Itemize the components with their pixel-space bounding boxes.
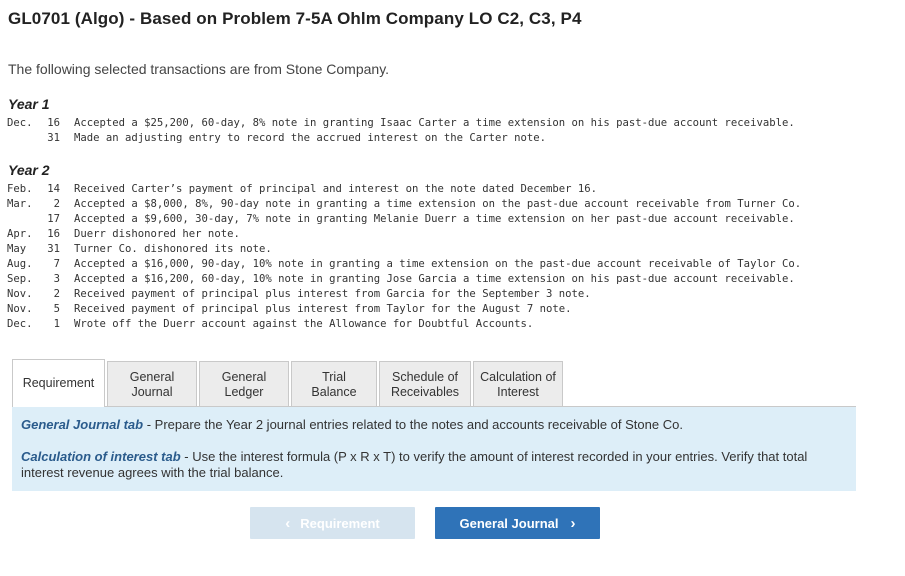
instructions-panel: General Journal tab - Prepare the Year 2…: [12, 407, 856, 491]
transaction-month: [7, 131, 43, 146]
instruction-label: General Journal tab: [21, 417, 144, 432]
chevron-left-icon: ‹: [285, 514, 291, 532]
transaction-day: 2: [53, 288, 60, 300]
tab-bar: Requirement General Journal General Ledger…: [12, 359, 565, 407]
next-general-journal-button[interactable]: General Journal ›: [435, 507, 600, 539]
transaction-text: Made an adjusting entry to record the ac…: [74, 132, 546, 144]
transaction-month: Sep.: [7, 273, 33, 285]
tab-schedule-of-receivables[interactable]: Schedule of Receivables: [379, 361, 471, 407]
transaction-month: Apr.: [7, 228, 33, 240]
year2-heading: Year 2: [8, 162, 50, 178]
transaction-day: 7: [53, 258, 60, 270]
transaction-day: 17: [47, 213, 60, 225]
tab-label-line2: Interest: [497, 384, 539, 399]
transaction-row: Aug. 7 Accepted a $16,000, 90-day, 10% not…: [7, 257, 801, 272]
transaction-month: May: [7, 243, 27, 255]
transaction-day: 14: [47, 183, 60, 195]
transaction-row: Dec. 16 Accepted a $25,200, 60-day, 8% not…: [7, 116, 795, 131]
year1-transactions: Dec. 16 Accepted a $25,200, 60-day, 8% not…: [7, 116, 795, 146]
transaction-row: 17 Accepted a $9,600, 30-day, 7% note in …: [7, 212, 801, 227]
transaction-text: Accepted a $9,600, 30-day, 7% note in gr…: [74, 213, 795, 225]
transaction-month: Nov.: [7, 303, 33, 315]
year2-transactions: Feb. 14 Received Carter’s payment of princ…: [7, 182, 801, 332]
transaction-text: Received payment of principal plus inter…: [74, 303, 572, 315]
tab-general-ledger[interactable]: General Ledger: [199, 361, 289, 407]
transaction-month: Aug.: [7, 258, 33, 270]
transaction-text: Duerr dishonored her note.: [74, 228, 240, 240]
transaction-text: Turner Co. dishonored its note.: [74, 243, 272, 255]
transaction-day: 31: [47, 132, 60, 144]
tab-label-line1: General: [129, 369, 175, 384]
button-label: General Journal: [459, 515, 559, 531]
transaction-row: 31 Made an adjusting entry to record the …: [7, 131, 795, 146]
transaction-row: Apr. 16 Duerr dishonored her note.: [7, 227, 801, 242]
transaction-text: Accepted a $16,200, 60-day, 10% note in …: [74, 273, 795, 285]
transaction-day: 5: [53, 303, 60, 315]
page-title: GL0701 (Algo) - Based on Problem 7-5A Oh…: [8, 9, 582, 28]
transaction-row: Dec. 1 Wrote off the Duerr account against…: [7, 317, 801, 332]
transaction-row: Mar. 2 Accepted a $8,000, 8%, 90-day note …: [7, 197, 801, 212]
transaction-day: 3: [53, 273, 60, 285]
instruction-label: Calculation of interest tab: [21, 449, 181, 464]
transaction-row: Nov. 2 Received payment of principal plus …: [7, 287, 801, 302]
transaction-row: Sep. 3 Accepted a $16,200, 60-day, 10% not…: [7, 272, 801, 287]
transaction-text: Received payment of principal plus inter…: [74, 288, 591, 300]
previous-requirement-button[interactable]: ‹ Requirement: [250, 507, 415, 539]
tab-trial-balance[interactable]: Trial Balance: [291, 361, 377, 407]
calculation-of-interest-instruction: Calculation of interest tab - Use the in…: [21, 449, 847, 481]
instruction-text: - Prepare the Year 2 journal entries rel…: [143, 417, 683, 432]
tab-label-line2: Journal: [131, 384, 173, 399]
chevron-right-icon: ›: [570, 514, 576, 532]
transaction-day: 16: [47, 117, 60, 129]
button-label: Requirement: [300, 515, 380, 531]
transaction-row: Feb. 14 Received Carter’s payment of princ…: [7, 182, 801, 197]
tab-label: Trial Balance: [311, 369, 357, 399]
tab-label: Requirement: [22, 376, 95, 390]
transaction-day: 31: [47, 243, 60, 255]
transaction-day: 1: [53, 318, 60, 330]
transaction-text: Wrote off the Duerr account against the …: [74, 318, 534, 330]
transaction-row: Nov. 5 Received payment of principal plus …: [7, 302, 801, 317]
tab-label-line1: Schedule of: [391, 369, 459, 384]
transaction-text: Accepted a $25,200, 60-day, 8% note in g…: [74, 117, 795, 129]
tab-requirement[interactable]: Requirement: [12, 359, 105, 407]
tab-label-line2: Ledger: [224, 384, 264, 399]
transaction-text: Accepted a $16,000, 90-day, 10% note in …: [74, 258, 802, 270]
transaction-month: Dec.: [7, 117, 33, 129]
intro-text: The following selected transactions are …: [8, 61, 390, 77]
transaction-text: Received Carter’s payment of principal a…: [74, 183, 597, 195]
tab-calculation-of-interest[interactable]: Calculation of Interest: [473, 361, 563, 407]
transaction-month: Nov.: [7, 288, 33, 300]
transaction-text: Accepted a $8,000, 8%, 90-day note in gr…: [74, 198, 802, 210]
transaction-month: Dec.: [7, 318, 33, 330]
transaction-row: May 31 Turner Co. dishonored its note.: [7, 242, 801, 257]
tab-label-line1: General: [221, 369, 267, 384]
year1-heading: Year 1: [8, 96, 50, 112]
transaction-day: 16: [47, 228, 60, 240]
tab-label-line2: Receivables: [390, 384, 460, 399]
transaction-month: [7, 212, 43, 227]
transaction-month: Mar.: [7, 198, 33, 210]
general-journal-instruction: General Journal tab - Prepare the Year 2…: [21, 417, 847, 433]
tab-label-line1: Calculation of: [480, 369, 556, 384]
tab-general-journal[interactable]: General Journal: [107, 361, 197, 407]
transaction-day: 2: [53, 198, 60, 210]
transaction-month: Feb.: [7, 183, 33, 195]
